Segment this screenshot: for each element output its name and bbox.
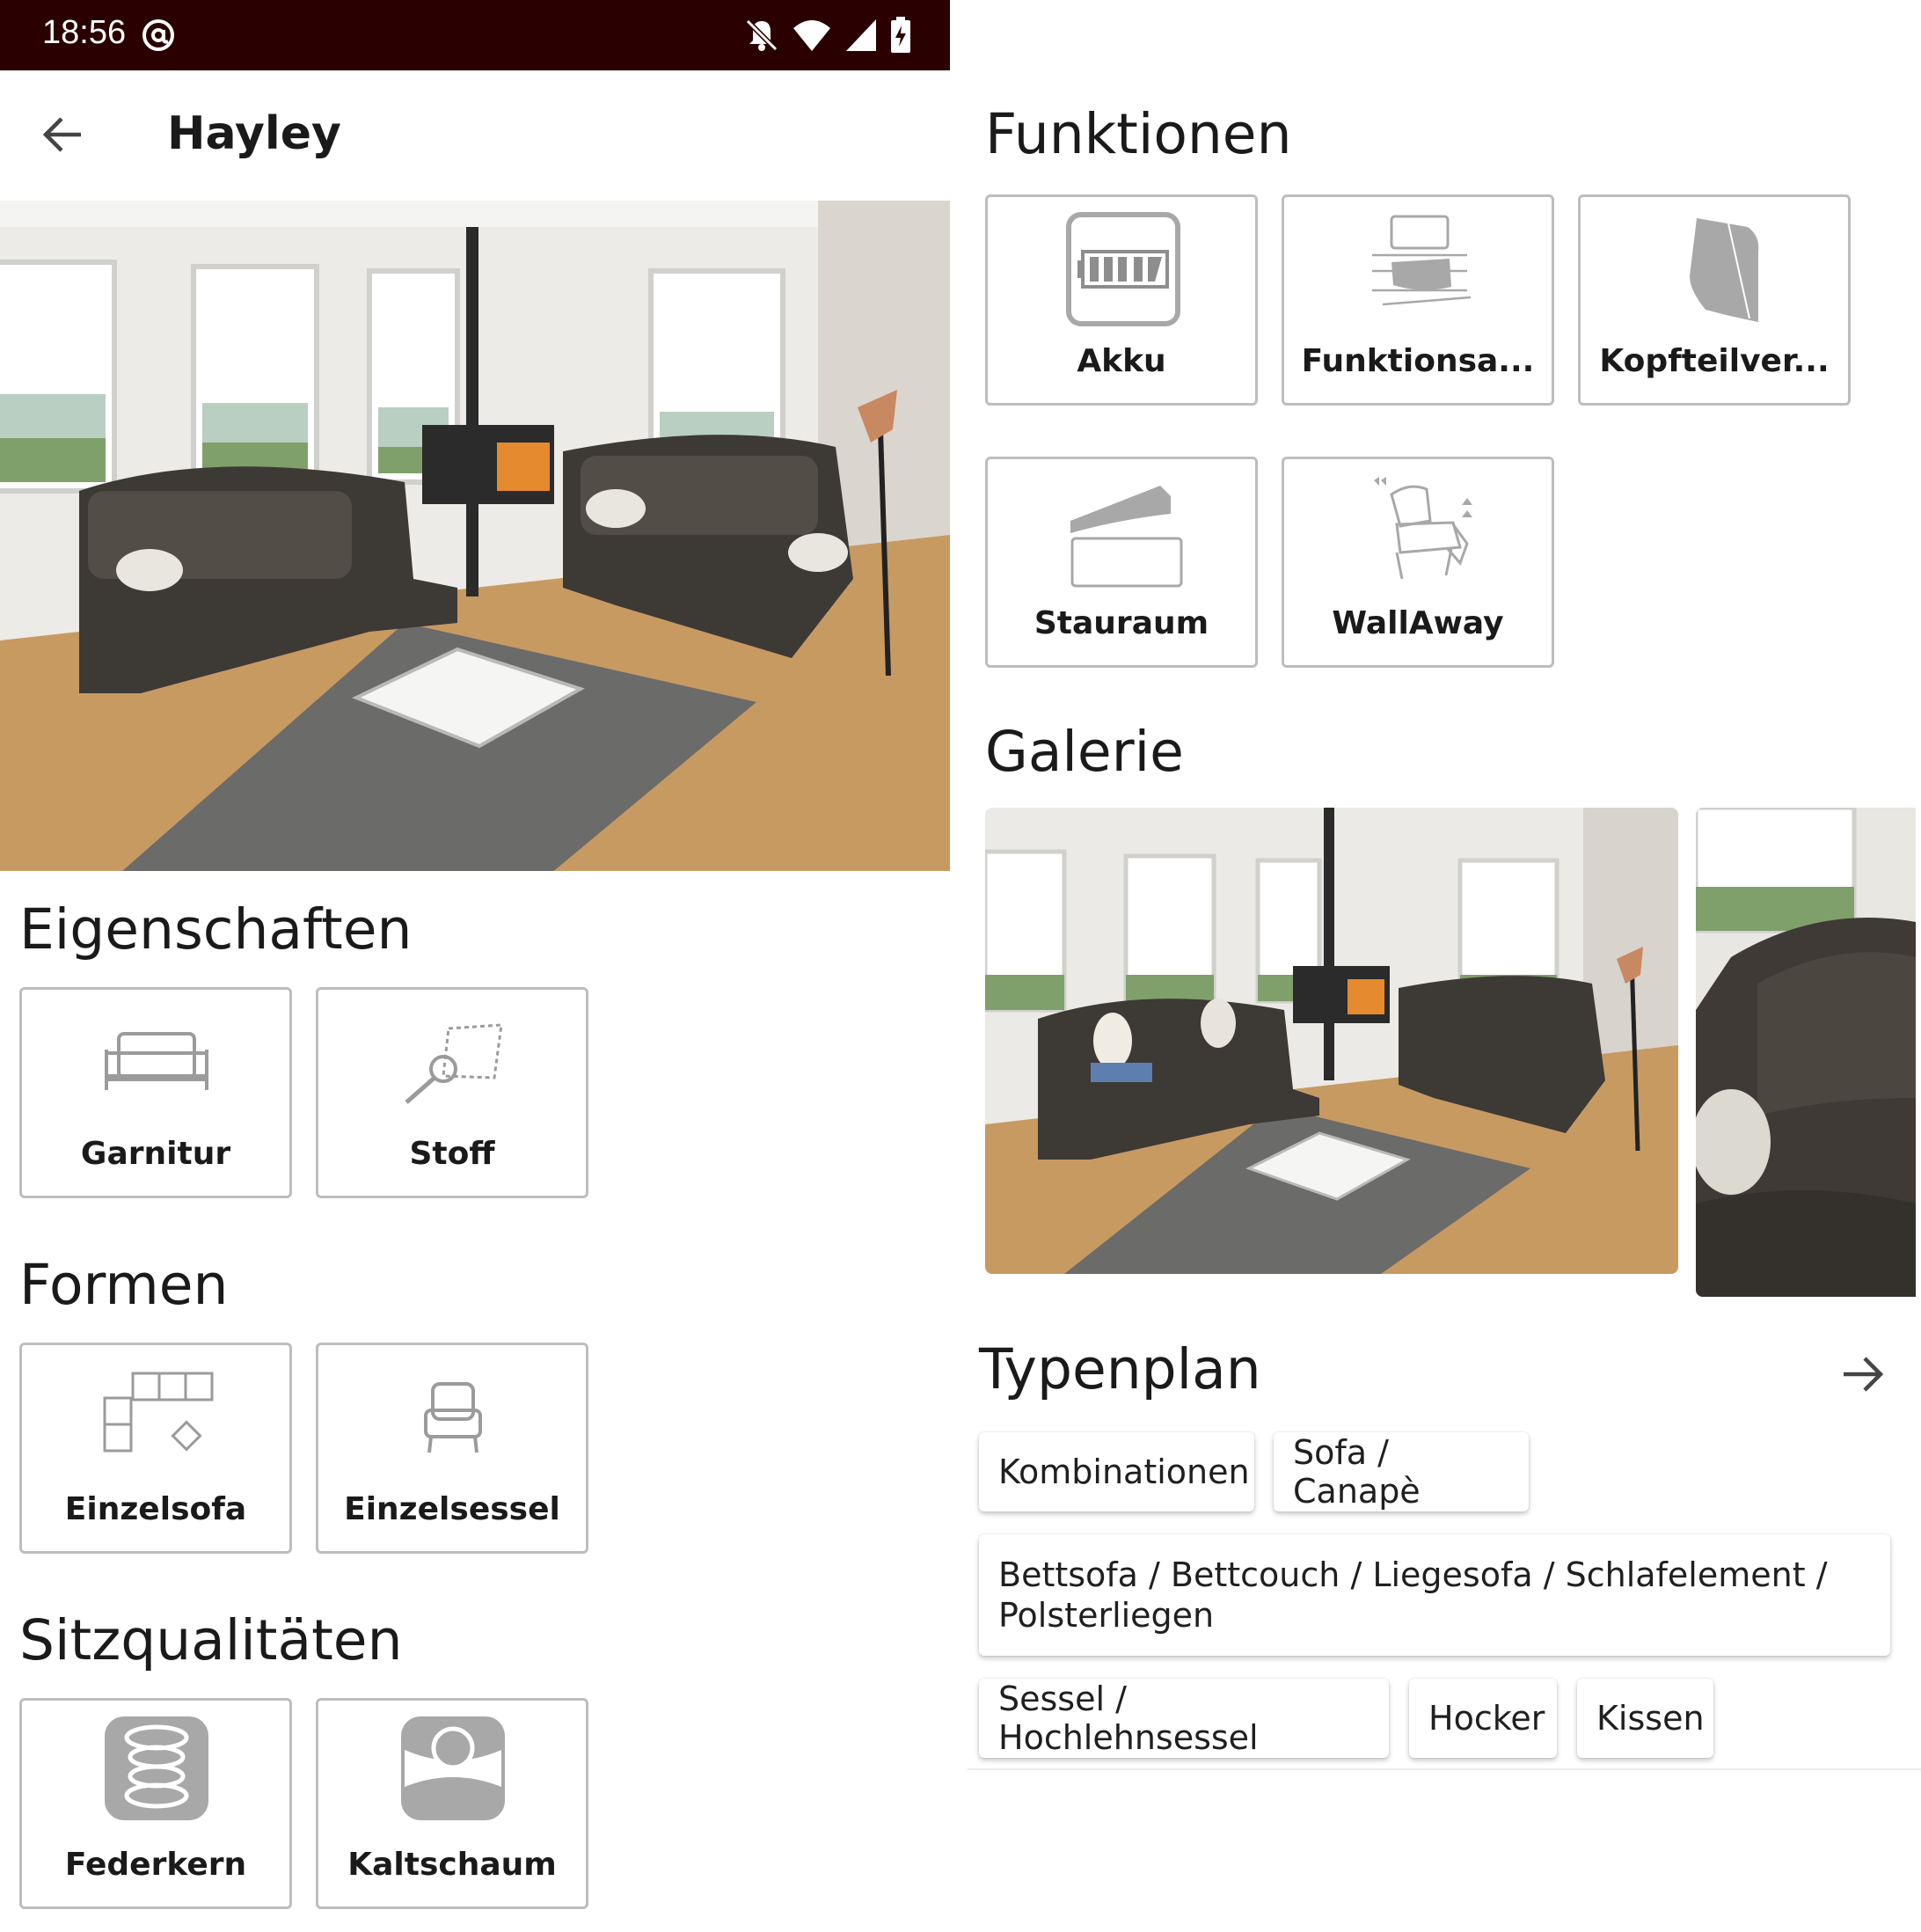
wifi-icon xyxy=(793,20,830,51)
card-label: Stoff xyxy=(409,1136,495,1172)
chip-sessel-hochlehnsessel[interactable]: Sessel / Hochlehnsessel xyxy=(979,1679,1389,1758)
section-title-galerie: Galerie xyxy=(985,720,1184,784)
cold-foam-icon xyxy=(401,1716,505,1820)
card-federkern[interactable]: Federkern xyxy=(19,1698,292,1909)
section-title-formen: Formen xyxy=(19,1253,229,1317)
sofa-layout-icon xyxy=(103,1372,214,1453)
card-akku[interactable]: Akku xyxy=(985,194,1258,406)
arrow-right-icon[interactable] xyxy=(1840,1351,1886,1397)
chip-kombinationen[interactable]: Kombinationen xyxy=(979,1432,1254,1511)
card-funktionsa[interactable]: Funktionsa... xyxy=(1282,194,1554,406)
card-einzelsessel[interactable]: Einzelsessel xyxy=(316,1343,588,1554)
at-sign-icon xyxy=(142,19,174,51)
card-label: Kopfteilver... xyxy=(1599,343,1830,379)
card-label: Akku xyxy=(1077,343,1166,379)
function-seat-icon xyxy=(1372,215,1472,306)
card-label: Einzelsessel xyxy=(344,1491,560,1527)
card-stoff[interactable]: Stoff xyxy=(316,987,588,1198)
sofa-icon xyxy=(105,1032,208,1090)
status-time: 18:56 xyxy=(42,14,127,51)
page-title: Hayley xyxy=(167,107,341,160)
card-label: Federkern xyxy=(64,1847,247,1883)
section-title-eigenschaften: Eigenschaften xyxy=(19,897,413,962)
hero-living-room-image xyxy=(0,201,950,871)
card-stauraum[interactable]: Stauraum xyxy=(985,457,1258,668)
card-label: Einzelsofa xyxy=(64,1491,247,1527)
section-title-sitzqualitaeten: Sitzqualitäten xyxy=(19,1608,403,1672)
storage-icon xyxy=(1070,486,1183,588)
chip-sofa-canape[interactable]: Sofa / Canapè xyxy=(1274,1432,1529,1511)
headrest-icon xyxy=(1690,218,1759,322)
typenplan-divider xyxy=(968,1768,1921,1770)
section-title-typenplan: Typenplan xyxy=(979,1337,1261,1401)
chip-hocker[interactable]: Hocker xyxy=(1409,1679,1557,1758)
battery-icon xyxy=(1066,212,1180,326)
card-label: Funktionsa... xyxy=(1301,343,1535,379)
chip-kissen[interactable]: Kissen xyxy=(1577,1679,1713,1758)
fabric-sample-icon xyxy=(405,1023,503,1104)
battery-charging-icon xyxy=(891,17,910,53)
cell-signal-icon xyxy=(846,19,876,51)
card-label: Kaltschaum xyxy=(347,1847,557,1883)
card-label: Garnitur xyxy=(80,1136,231,1172)
spring-core-icon xyxy=(105,1716,208,1820)
armchair-icon xyxy=(424,1382,482,1453)
gallery-image-2[interactable] xyxy=(1696,808,1916,1297)
card-garnitur[interactable]: Garnitur xyxy=(19,987,292,1198)
wallaway-recliner-icon xyxy=(1374,477,1472,580)
section-title-funktionen: Funktionen xyxy=(985,102,1292,166)
card-kaltschaum[interactable]: Kaltschaum xyxy=(316,1698,588,1909)
card-kopfteilver[interactable]: Kopfteilver... xyxy=(1578,194,1851,406)
notifications-off-icon xyxy=(745,18,778,52)
card-label: Stauraum xyxy=(1034,605,1209,641)
card-wallaway[interactable]: WallAway xyxy=(1282,457,1554,668)
card-label: WallAway xyxy=(1332,605,1504,641)
chip-bettsofa[interactable]: Bettsofa / Bettcouch / Liegesofa / Schla… xyxy=(979,1534,1890,1656)
gallery-image-1[interactable] xyxy=(985,808,1678,1274)
back-arrow-icon[interactable] xyxy=(40,113,84,157)
card-einzelsofa[interactable]: Einzelsofa xyxy=(19,1343,292,1554)
status-bar: 18:56 xyxy=(0,0,950,70)
